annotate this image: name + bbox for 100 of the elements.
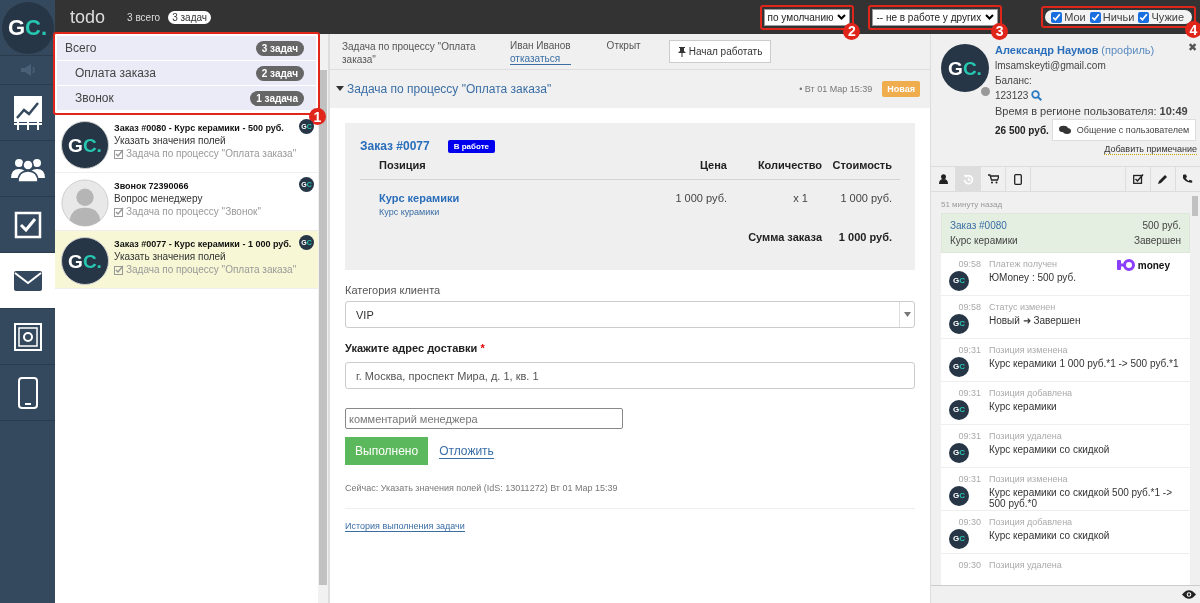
event-title: Позиция удалена bbox=[989, 431, 1062, 441]
logo[interactable]: GC. bbox=[1, 1, 54, 54]
event-title: Позиция изменена bbox=[989, 474, 1068, 484]
chevron-icon bbox=[985, 14, 995, 20]
event-title: Статус изменен bbox=[989, 302, 1056, 312]
checkbox[interactable] bbox=[1051, 11, 1063, 23]
logo-mark-icon bbox=[1116, 259, 1135, 271]
avatar: GC bbox=[949, 271, 969, 291]
order-link[interactable]: Заказ #0080 bbox=[950, 220, 1007, 231]
product-note[interactable]: Курс курамики bbox=[379, 207, 632, 217]
event-title: Позиция добавлена bbox=[989, 388, 1073, 398]
safe-icon bbox=[13, 322, 42, 351]
chevron-icon bbox=[837, 14, 847, 20]
chat-button[interactable]: Общение с пользователем bbox=[1051, 119, 1197, 141]
brand-name: money bbox=[1137, 259, 1170, 271]
decline-link[interactable]: отказаться bbox=[510, 53, 571, 65]
avatar: GC bbox=[949, 357, 969, 377]
event-time: 09:31 bbox=[958, 474, 981, 484]
field-label: Категория клиента bbox=[345, 284, 442, 296]
event-text: Курс керамики со скидкой bbox=[989, 530, 1110, 541]
avatar: GC bbox=[949, 400, 969, 420]
column-header: Количество bbox=[756, 159, 822, 171]
total-count: 3 всего bbox=[127, 11, 161, 23]
event-time: 09:30 bbox=[958, 517, 981, 527]
sort-select[interactable]: по умолчанию bbox=[763, 8, 851, 26]
search-icon[interactable] bbox=[1031, 90, 1043, 101]
event-time: 09:30 bbox=[958, 560, 981, 570]
avatar: GC. bbox=[61, 121, 109, 169]
total-label: Сумма заказа bbox=[747, 231, 822, 243]
history-link[interactable]: История выполнения задачи bbox=[345, 521, 465, 532]
tablet-icon bbox=[1014, 173, 1022, 185]
group-item[interactable]: Звонок 1 задача bbox=[57, 86, 316, 111]
user-email: lmsamskeyti@gmail.com bbox=[995, 60, 1107, 71]
required-mark: * bbox=[480, 342, 485, 354]
event-text: ЮMoney : 500 руб. bbox=[989, 272, 1076, 283]
eye-icon[interactable] bbox=[1182, 590, 1196, 599]
filter-select[interactable]: -- не в работе у других bbox=[872, 8, 999, 26]
avatar: GC. bbox=[941, 44, 989, 92]
field-label: Укажите адрес доставки bbox=[345, 342, 478, 354]
avatar: GC. bbox=[61, 237, 109, 285]
order-product: Курс керамики bbox=[950, 235, 1018, 246]
postpone-link[interactable]: Отложить bbox=[439, 443, 494, 459]
table-cell-text: x 1 bbox=[792, 192, 809, 204]
add-note-link[interactable]: Добавить примечание bbox=[1104, 144, 1197, 155]
checkbox-icon bbox=[114, 148, 124, 159]
column-header: Цена bbox=[698, 159, 727, 171]
task-date: • Вт 01 Мар 15:39 bbox=[799, 84, 873, 94]
process-name: Задача по процессу "Оплата заказа" bbox=[342, 40, 477, 66]
status-badge: В работе bbox=[447, 139, 496, 153]
task-process: Задача по процессу "Оплата заказа" bbox=[126, 148, 297, 159]
speaker-icon bbox=[18, 63, 37, 77]
page-title: todo bbox=[70, 6, 106, 28]
close-button[interactable]: ✖ bbox=[1188, 41, 1197, 54]
order-status: Завершен bbox=[1133, 235, 1181, 246]
avatar: GC bbox=[949, 443, 969, 463]
user-name-link[interactable]: Александр Наумов bbox=[995, 44, 1099, 56]
avatar: GC bbox=[949, 529, 969, 549]
avatar: GC bbox=[949, 486, 969, 506]
task-subtitle: Указать значения полей bbox=[114, 251, 226, 262]
task-title: Заказ #0077 - Курс керамики - 1 000 руб. bbox=[114, 239, 292, 249]
total-value: 1 000 руб. bbox=[837, 231, 892, 243]
order-link[interactable]: Заказ #0077 bbox=[360, 139, 430, 153]
event-time: 09:31 bbox=[958, 431, 981, 441]
group-item[interactable]: Всего 3 задач bbox=[57, 36, 316, 61]
event-text: Курс керамики 1 000 руб.*1 -> 500 руб.*1 bbox=[989, 358, 1179, 369]
assignee-name: Иван Иванов bbox=[510, 40, 571, 51]
task-title: Заказ #0080 - Курс керамики - 500 руб. bbox=[114, 123, 284, 133]
nav-item[interactable] bbox=[0, 253, 55, 309]
checkbox-icon bbox=[114, 206, 124, 217]
event-time: 09:31 bbox=[958, 345, 981, 355]
callout-number: 4 bbox=[1185, 21, 1200, 38]
event-time: 09:58 bbox=[958, 259, 981, 269]
table-cell-text: 1 000 руб. bbox=[674, 192, 727, 204]
address-field[interactable]: г. Москва, проспект Мира, д. 1, кв. 1 bbox=[345, 362, 915, 389]
checkbox-label: Чужие bbox=[1151, 11, 1184, 23]
task-process: Задача по процессу "Оплата заказа" bbox=[126, 264, 297, 275]
chat-icon bbox=[1058, 125, 1071, 135]
event-text: Новый ➜ Завершен bbox=[989, 315, 1081, 326]
amount: 26 500 руб. bbox=[995, 124, 1049, 136]
product-link[interactable]: Курс керамики bbox=[379, 192, 632, 204]
event-text: Курс керамики bbox=[989, 401, 1057, 412]
event-title: Позиция изменена bbox=[989, 345, 1068, 355]
category-select[interactable]: VIP bbox=[345, 301, 915, 328]
comment-field[interactable]: комментарий менеджера bbox=[345, 408, 623, 429]
checkbox[interactable] bbox=[1138, 11, 1150, 23]
status-badge: Новая bbox=[882, 81, 920, 97]
start-work-button[interactable]: Начал работать bbox=[668, 40, 772, 63]
region-time: Время в регионе пользователя: 10:49 bbox=[995, 105, 1189, 117]
checkbox-label: Ничьи bbox=[1102, 11, 1135, 23]
task-title-link[interactable]: Задача по процессу "Оплата заказа" bbox=[336, 82, 552, 96]
column-header: Позиция bbox=[379, 159, 427, 171]
checkbox[interactable] bbox=[1089, 11, 1101, 23]
event-time: 09:31 bbox=[958, 388, 981, 398]
event-text: Курс керамики со скидкой 500 руб.*1 -> 500 руб.*0 bbox=[989, 487, 1174, 509]
group-item[interactable]: Оплата заказа 2 задач bbox=[57, 61, 316, 86]
event-title: Позиция добавлена bbox=[989, 517, 1073, 527]
task-title: Звонок 72390066 bbox=[114, 181, 189, 191]
task-process: Задача по процессу "Звонок" bbox=[126, 206, 261, 217]
history-icon bbox=[962, 173, 974, 185]
task-status: Открыт bbox=[606, 40, 641, 51]
